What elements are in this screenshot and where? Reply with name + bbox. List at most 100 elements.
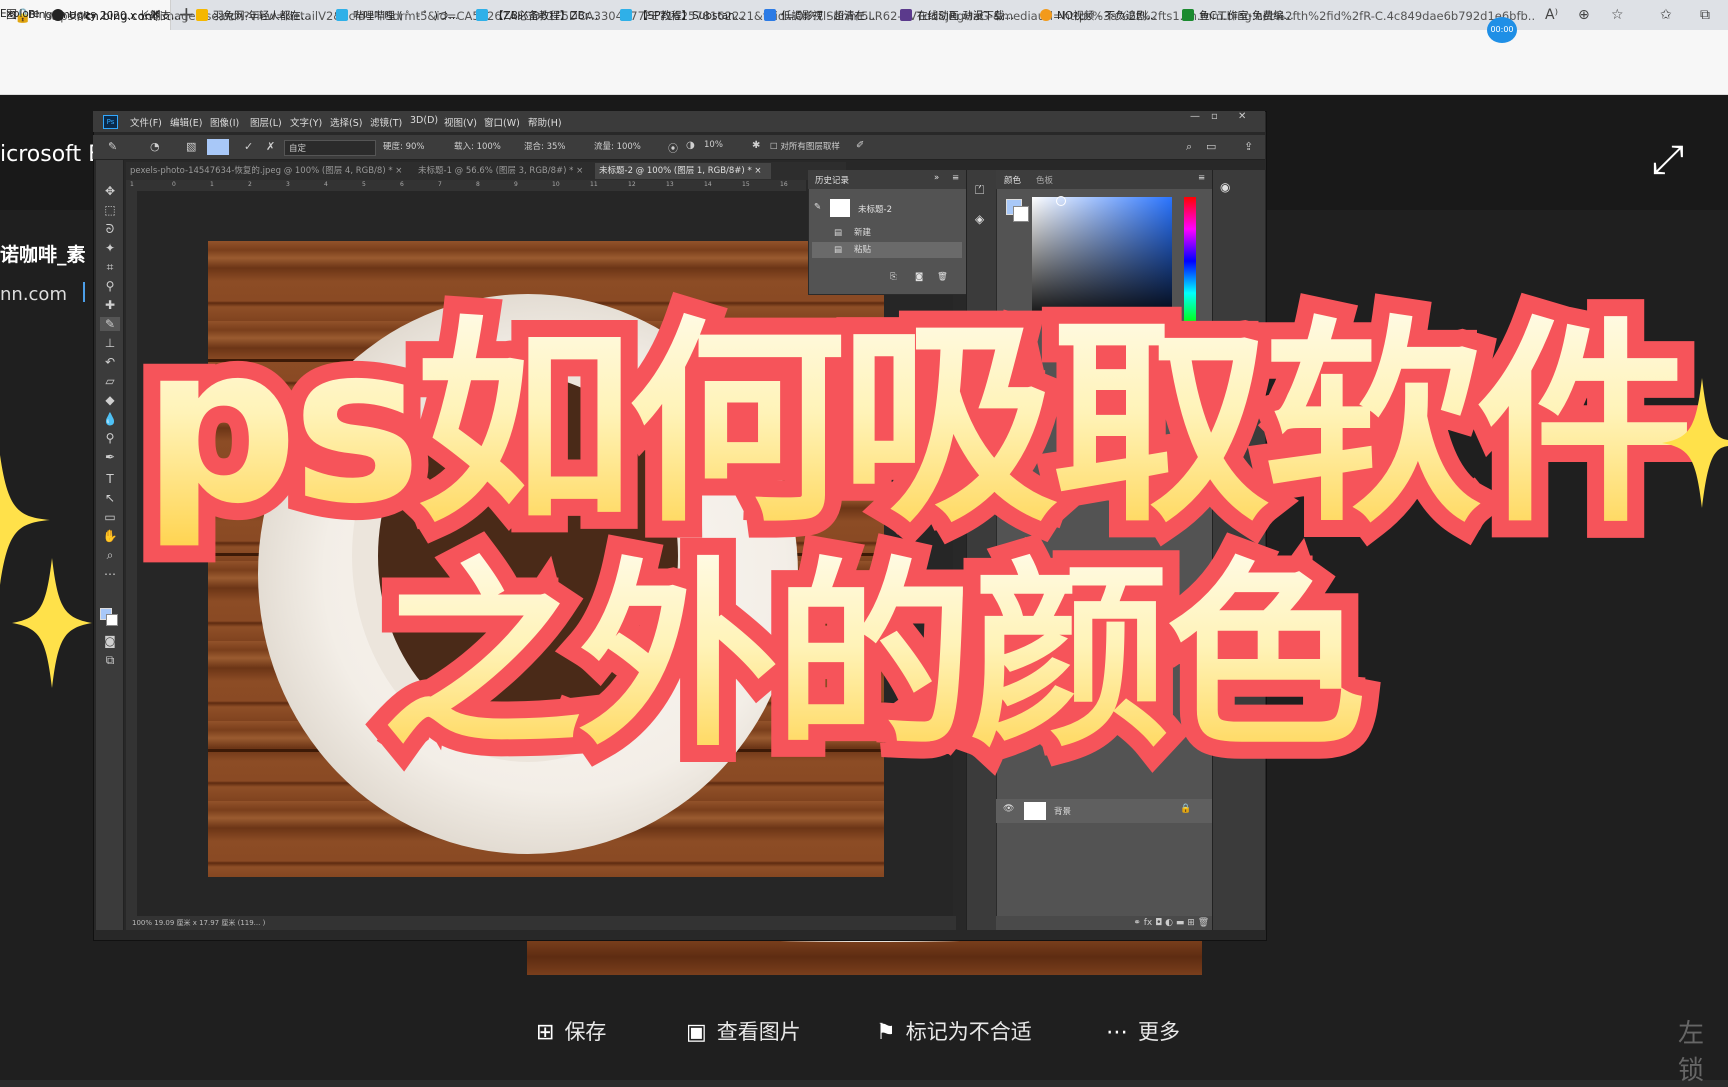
share-icon[interactable]: ⇪ xyxy=(1244,140,1253,153)
menu-select[interactable]: 选择(S) xyxy=(330,115,362,129)
magic-wand-tool-icon[interactable]: ✦ xyxy=(100,241,120,255)
history-step[interactable]: ▤ 新建 xyxy=(812,225,962,241)
menu-edit[interactable]: 编辑(E) xyxy=(170,115,202,129)
settings-icon[interactable]: ✱ xyxy=(752,140,760,151)
close-doc-icon[interactable]: × xyxy=(754,166,761,176)
flag-button[interactable]: ⚑ 标记为不合适 xyxy=(876,1016,1032,1046)
stamp-tool-icon[interactable]: ⊥ xyxy=(100,336,120,350)
menu-file[interactable]: 文件(F) xyxy=(130,115,162,129)
history-panel-title[interactable]: 历史记录 xyxy=(815,174,849,186)
menu-3d[interactable]: 3D(D) xyxy=(410,115,438,126)
sample-all-layers-checkbox[interactable]: ☐ 对所有图层取样 xyxy=(770,140,840,152)
menu-window[interactable]: 窗口(W) xyxy=(484,115,520,129)
expand-icon[interactable]: ⤢ xyxy=(1652,137,1684,183)
save-button[interactable]: ⊞ 保存 xyxy=(536,1016,606,1046)
blur-tool-icon[interactable]: 💧 xyxy=(100,412,120,426)
background-color-icon[interactable] xyxy=(1013,206,1029,222)
bookmark-item[interactable]: Explore xyxy=(0,8,39,20)
view-image-button[interactable]: ▣ 查看图片 xyxy=(686,1016,801,1046)
pen-tool-icon[interactable]: ✒ xyxy=(100,450,120,464)
workspace-icon[interactable]: ▭ xyxy=(1206,140,1216,153)
bookmark-item[interactable]: 羽兔网-年轻人都在... xyxy=(196,8,311,23)
image-source-url[interactable]: nn.com xyxy=(0,284,67,305)
angle-icon[interactable]: ◑ xyxy=(686,140,695,151)
menu-type[interactable]: 文字(Y) xyxy=(290,115,322,129)
marquee-tool-icon[interactable]: ⬚ xyxy=(100,203,120,217)
favorite-add-icon[interactable]: ☆ xyxy=(1611,7,1624,23)
history-step-active[interactable]: ▤ 粘贴 xyxy=(812,242,962,258)
pressure-icon[interactable]: ⦿ xyxy=(668,140,678,155)
lasso-tool-icon[interactable]: ᘐ xyxy=(100,222,120,237)
bookmark-item[interactable]: Unity 2020.x 长期支... xyxy=(52,8,181,23)
bookmark-item[interactable]: NO视频 - 不负追剧... xyxy=(1040,8,1157,23)
bookmark-item[interactable]: 低調影視 - 超清在... xyxy=(764,8,875,23)
brush-tool-icon[interactable]: ✎ xyxy=(100,317,120,331)
eraser-tool-icon[interactable]: ▱ xyxy=(100,374,120,388)
brush-tool-icon[interactable]: ✎ xyxy=(108,140,117,153)
hand-tool-icon[interactable]: ✋ xyxy=(100,529,120,543)
menu-image[interactable]: 图像(I) xyxy=(210,115,239,129)
flow-field[interactable]: 流量: 100% xyxy=(594,140,641,152)
link-icon[interactable]: ⚭ xyxy=(1133,918,1141,928)
read-aloud-icon[interactable]: A⁾ xyxy=(1545,7,1558,23)
type-tool-icon[interactable]: T xyxy=(100,472,120,486)
search-icon[interactable]: ⌕ xyxy=(1186,140,1192,154)
more-button[interactable]: ⋯ 更多 xyxy=(1106,1016,1180,1046)
zoom-tool-icon[interactable]: ⌕ xyxy=(100,548,120,563)
more-tools-icon[interactable]: ⋯ xyxy=(100,567,120,581)
menu-help[interactable]: 帮助(H) xyxy=(528,115,562,129)
favorites-icon[interactable]: ✩ xyxy=(1660,7,1672,23)
lock-icon[interactable]: 🔒 xyxy=(1180,804,1191,814)
close-window-icon[interactable]: ✕ xyxy=(1238,111,1246,122)
hardness-field[interactable]: 硬度: 90% xyxy=(383,140,424,152)
bookmark-item[interactable]: 鱼C工作室-免费编... xyxy=(1182,8,1294,23)
angle-field[interactable]: 10% xyxy=(704,140,723,150)
path-select-icon[interactable]: ↖ xyxy=(100,491,120,505)
airbrush-icon[interactable]: ✓ xyxy=(244,140,253,153)
microsoft-bing-logo[interactable]: icrosoft B xyxy=(0,142,103,167)
color-picker-marker[interactable] xyxy=(1056,196,1066,206)
history-brush-source-icon[interactable]: ✎ xyxy=(814,202,821,212)
bookmark-item[interactable]: 【SP教程】Substan... xyxy=(620,8,745,23)
collections-icon[interactable]: ⧉ xyxy=(1700,7,1710,23)
move-tool-icon[interactable]: ✥ xyxy=(100,184,120,198)
crop-tool-icon[interactable]: ⌗ xyxy=(100,260,120,275)
dodge-tool-icon[interactable]: ⚲ xyxy=(100,431,120,445)
maximize-icon[interactable]: ▫ xyxy=(1211,111,1218,122)
mask-icon[interactable]: ◘ xyxy=(1155,918,1162,928)
new-document-from-state-icon[interactable]: ⎘ xyxy=(890,272,897,282)
minimize-icon[interactable]: — xyxy=(1190,111,1200,122)
bookmark-item[interactable]: 哔哩哔哩 ( ゜- ゜)つ... xyxy=(336,8,459,23)
menu-view[interactable]: 视图(V) xyxy=(444,115,477,129)
menu-layer[interactable]: 图层(L) xyxy=(250,115,282,129)
rectangle-tool-icon[interactable]: ▭ xyxy=(100,510,120,524)
history-snapshot-name[interactable]: 未标题-2 xyxy=(858,203,892,215)
view-icon[interactable]: ◉ xyxy=(1220,180,1230,194)
trash-icon[interactable]: 🗑 xyxy=(1198,918,1209,928)
pressure-size-icon[interactable]: ✐ xyxy=(856,140,864,151)
tab-color[interactable]: 颜色 xyxy=(1004,174,1021,186)
history-panel-icon[interactable]: ⏍ xyxy=(975,183,984,198)
image-source-title[interactable]: 诺咖啡_素 xyxy=(0,240,86,267)
brush-color-swatch[interactable] xyxy=(207,139,229,155)
zoom-icon[interactable]: ⊕ xyxy=(1578,7,1590,23)
panel-menu-icon[interactable]: ≡ xyxy=(952,173,959,183)
quick-mask-icon[interactable]: ◙ xyxy=(100,634,120,648)
brush-panel-icon[interactable]: ▧ xyxy=(186,140,196,153)
history-brush-icon[interactable]: ↶ xyxy=(100,355,120,369)
group-icon[interactable]: ▬ xyxy=(1176,918,1185,928)
layer-name[interactable]: 背景 xyxy=(1054,805,1071,817)
background-color-icon[interactable] xyxy=(106,614,118,626)
eye-icon[interactable]: 👁 xyxy=(1003,804,1014,814)
bucket-tool-icon[interactable]: ◆ xyxy=(100,393,120,407)
tab-swatches[interactable]: 色板 xyxy=(1036,174,1053,186)
new-layer-icon[interactable]: ⊞ xyxy=(1187,918,1195,928)
screen-mode-icon[interactable]: ⧉ xyxy=(100,653,120,668)
close-doc-icon[interactable]: × xyxy=(576,166,583,176)
doc-tab[interactable]: 未标题-1 @ 56.6% (图层 3, RGB/8#) * × xyxy=(418,163,590,179)
panel-collapse-icon[interactable]: » xyxy=(934,173,939,183)
healing-tool-icon[interactable]: ✚ xyxy=(100,298,120,312)
preset-select[interactable]: 自定 xyxy=(284,140,376,156)
menu-filter[interactable]: 滤镜(T) xyxy=(370,115,402,129)
brush-preset-icon[interactable]: ◔ xyxy=(150,140,160,153)
